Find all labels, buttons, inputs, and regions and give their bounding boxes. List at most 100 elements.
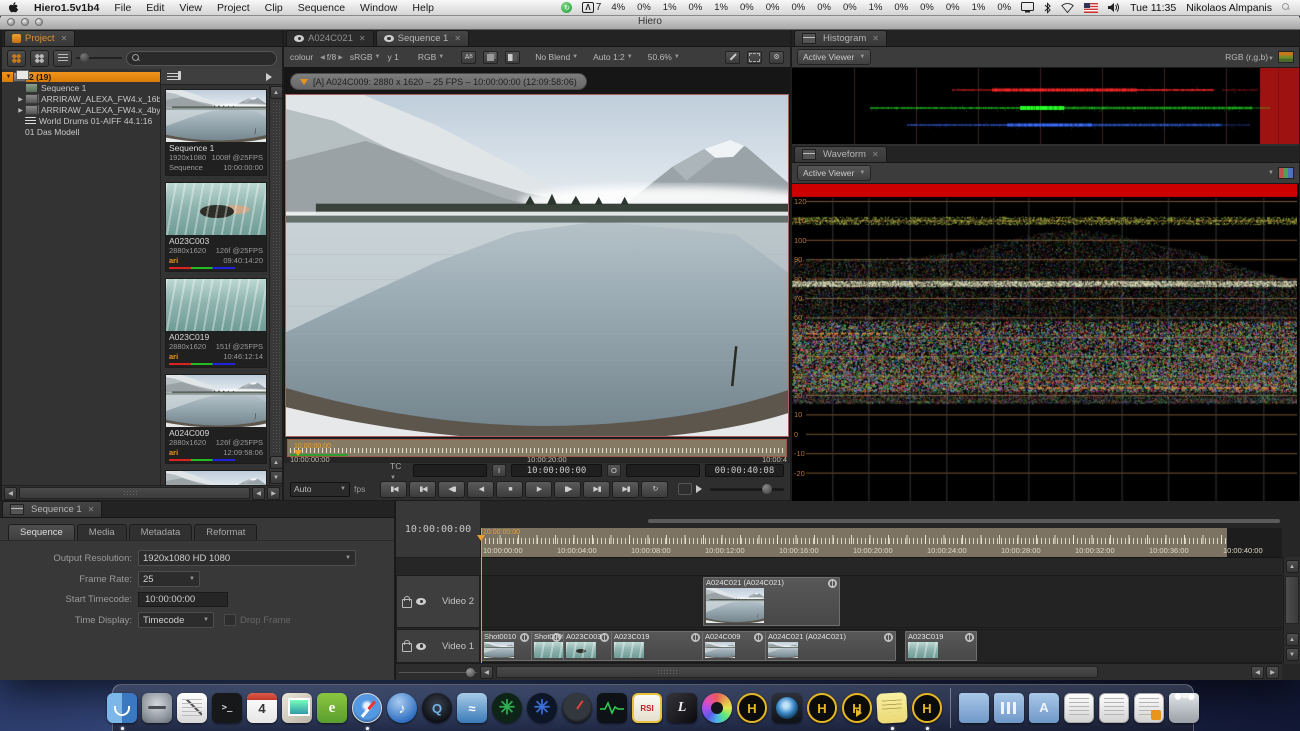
- dock-stickies-icon[interactable]: [876, 686, 908, 730]
- scroll-down-icon[interactable]: ▼: [1286, 648, 1299, 661]
- set-out-button[interactable]: O: [607, 464, 622, 477]
- menu-app-name[interactable]: Hiero1.5v1b4: [34, 2, 99, 14]
- proxy-dropdown[interactable]: Auto 1:2▼: [593, 52, 633, 62]
- stack-mode-icon[interactable]: [483, 51, 498, 64]
- subtab-sequence[interactable]: Sequence: [8, 524, 75, 540]
- bin-item[interactable]: A024C0092880x1620126f @25FPSari12:09:58:…: [165, 374, 267, 464]
- lock-icon[interactable]: [402, 643, 412, 652]
- scroll-left-icon[interactable]: ◀: [480, 666, 493, 679]
- dock-lightworks-icon[interactable]: L: [666, 686, 698, 730]
- dock-trash-icon[interactable]: [1168, 686, 1200, 730]
- display-menu-icon[interactable]: [1021, 2, 1034, 14]
- timeline-zoom-slider[interactable]: [399, 667, 477, 677]
- frame-back-button[interactable]: ◀▮: [438, 481, 465, 498]
- dock-hiero-2-icon[interactable]: H: [806, 686, 838, 730]
- timeline-clip[interactable]: A023C003: [563, 631, 612, 661]
- scroll-left-icon[interactable]: ◀: [252, 487, 265, 500]
- scrollbar-thumb[interactable]: [19, 487, 250, 499]
- subtab-media[interactable]: Media: [77, 524, 127, 540]
- bin-scrollbar[interactable]: ▲ ▲ ▼: [269, 85, 282, 485]
- dock-rsi-icon[interactable]: RSI: [631, 686, 663, 730]
- viewer-tab-a024c021[interactable]: A024C021✕: [286, 30, 374, 46]
- istat-menu-icon[interactable]: Λ 7: [582, 2, 601, 13]
- dock-folder-documents-icon[interactable]: [958, 686, 990, 730]
- expander-icon[interactable]: ▼: [4, 74, 13, 80]
- sync-status-icon[interactable]: ↻: [561, 2, 572, 13]
- timeline-playhead[interactable]: [481, 528, 482, 663]
- menu-edit[interactable]: Edit: [146, 2, 164, 14]
- dock-photos-icon[interactable]: [281, 686, 313, 730]
- window-titlebar[interactable]: Hiero: [0, 15, 1300, 30]
- menu-user[interactable]: Nikolaos Almpanis: [1186, 2, 1272, 14]
- close-icon[interactable]: ✕: [61, 34, 68, 43]
- view-grid-button[interactable]: [7, 50, 26, 67]
- bluetooth-menu-icon[interactable]: [1044, 2, 1051, 14]
- lock-icon[interactable]: [402, 599, 412, 608]
- wipe-icon[interactable]: [505, 51, 520, 64]
- scroll-right-icon[interactable]: ▶: [1266, 666, 1279, 679]
- guides-icon[interactable]: [747, 51, 762, 64]
- volume-slider[interactable]: [710, 488, 784, 491]
- spotlight-icon[interactable]: [1282, 3, 1292, 13]
- close-icon[interactable]: ✕: [88, 505, 95, 514]
- dock-textedit-icon[interactable]: [176, 686, 208, 730]
- scroll-down-icon[interactable]: ▼: [270, 471, 283, 484]
- dock-stack-recent-icon[interactable]: [1133, 686, 1165, 730]
- dock-quicktime-icon[interactable]: Q: [421, 686, 453, 730]
- bin-tree-item[interactable]: 01 Das Modell: [2, 127, 160, 137]
- gear-icon[interactable]: ⚙: [769, 51, 784, 64]
- menu-view[interactable]: View: [179, 2, 202, 14]
- view-list-button[interactable]: [53, 50, 72, 67]
- bin-tree-item[interactable]: World Drums 01-AIFF 44.1:16: [2, 116, 160, 126]
- fps-dropdown[interactable]: Auto▼: [290, 482, 350, 497]
- channel-dropdown[interactable]: colour: [290, 52, 313, 62]
- stop-button[interactable]: ■: [496, 481, 523, 498]
- viewer-image-area[interactable]: [A] A024C009: 2880 x 1620 – 25 FPS – 10:…: [284, 67, 790, 438]
- dock-hiero-player-icon[interactable]: H: [841, 686, 873, 730]
- tab-histogram[interactable]: Histogram✕: [794, 30, 887, 46]
- histogram-channels-icon[interactable]: [1278, 51, 1294, 63]
- set-in-button[interactable]: I: [492, 464, 507, 477]
- scrollbar-thumb[interactable]: [496, 666, 1098, 678]
- view-detail-button[interactable]: [30, 50, 49, 67]
- expander-icon[interactable]: ▶: [16, 96, 25, 103]
- dock-stack-downloads-icon[interactable]: [1098, 686, 1130, 730]
- timeline-clip[interactable]: Shot0010: [481, 631, 532, 661]
- gain-control[interactable]: ◀f/8▶: [320, 52, 343, 62]
- scroll-left-icon[interactable]: ◀: [4, 487, 17, 500]
- close-icon[interactable]: ✕: [872, 34, 879, 43]
- filter-icon[interactable]: [167, 73, 179, 81]
- dock-safari-icon[interactable]: [351, 686, 383, 730]
- dock-openoffice-icon[interactable]: ≈: [456, 686, 488, 730]
- tab-waveform[interactable]: Waveform✕: [794, 146, 887, 162]
- goto-end-button[interactable]: ▶▮: [612, 481, 639, 498]
- loop-button[interactable]: ↻: [641, 481, 668, 498]
- expander-icon[interactable]: ▶: [16, 107, 25, 114]
- play-forward-button[interactable]: ▶: [525, 481, 552, 498]
- scroll-up-icon[interactable]: ▲: [270, 86, 283, 99]
- duration-field[interactable]: 00:00:40:08: [705, 464, 784, 477]
- dock-hiero-3-icon[interactable]: H: [911, 686, 943, 730]
- timeline-ruler[interactable]: 10:00:00:0010:00:04:0010:00:08:0010:00:1…: [480, 528, 1282, 558]
- scroll-left-icon[interactable]: ◀: [1251, 666, 1264, 679]
- apple-menu-icon[interactable]: [8, 2, 19, 14]
- ab-compare-icon[interactable]: AB: [461, 51, 476, 64]
- tab-project[interactable]: Project✕: [4, 30, 75, 46]
- menu-project[interactable]: Project: [217, 2, 250, 14]
- track-lane-video1[interactable]: Shot0010Shot0009A023C003A023C019A024C009…: [480, 629, 1282, 663]
- zoom-dropdown[interactable]: 50.6%▼: [648, 52, 680, 62]
- time-display-dropdown[interactable]: Timecode▼: [138, 612, 214, 628]
- input-language-flag-icon[interactable]: [1084, 2, 1098, 14]
- dock-finder-icon[interactable]: [106, 686, 138, 730]
- start-timecode-field[interactable]: 10:00:00:00: [138, 592, 228, 607]
- dock-time-machine-icon[interactable]: [141, 686, 173, 730]
- waveform-source-dropdown[interactable]: Active Viewer▼: [797, 165, 871, 181]
- dock-nuke-icon[interactable]: [771, 686, 803, 730]
- audio-mute-toggle[interactable]: [678, 483, 692, 495]
- wifi-menu-icon[interactable]: [1061, 2, 1074, 14]
- close-icon[interactable]: ✕: [359, 34, 366, 43]
- timeline-clip[interactable]: A024C009: [702, 631, 766, 661]
- histogram-source-dropdown[interactable]: Active Viewer▼: [797, 49, 871, 65]
- dock-itunes-icon[interactable]: ♪: [386, 686, 418, 730]
- timeline-hscrollbar[interactable]: ◀ ◀ ▶: [396, 663, 1282, 680]
